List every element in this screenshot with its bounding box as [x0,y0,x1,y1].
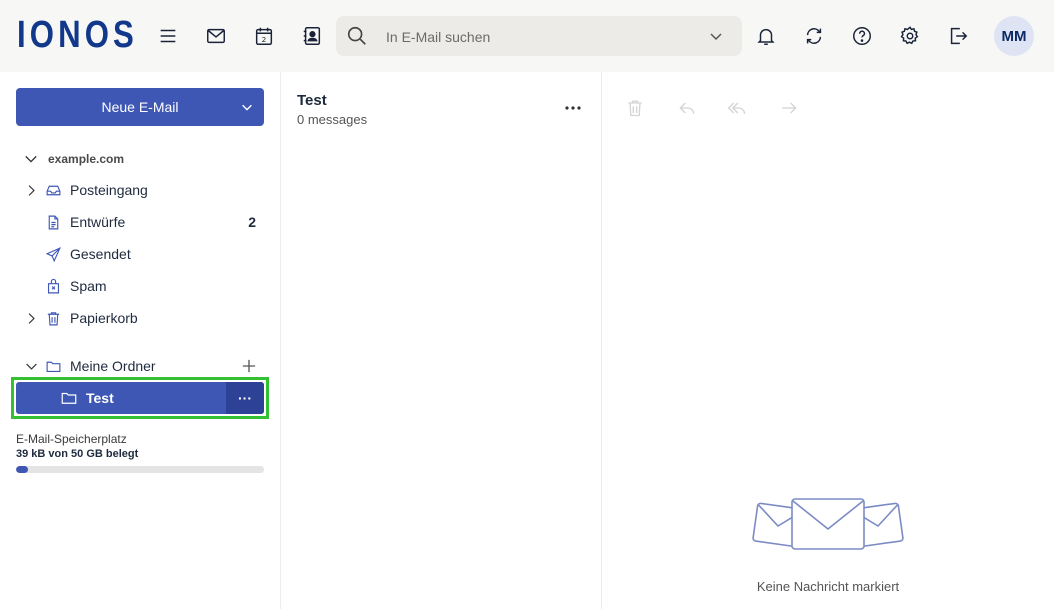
calendar-icon[interactable]: 2 [252,24,276,48]
folder-item-spam[interactable]: Spam [24,274,264,298]
message-count: 0 messages [297,112,368,127]
sent-icon [44,245,62,263]
chevron-down-icon[interactable] [240,100,254,114]
account-header[interactable]: example.com [24,150,124,168]
add-folder-icon[interactable] [242,359,256,373]
new-email-button[interactable]: Neue E-Mail [16,88,264,126]
bell-icon[interactable] [754,24,778,48]
folder-label: Posteingang [70,182,148,198]
menu-icon[interactable] [156,24,180,48]
avatar[interactable]: MM [994,16,1034,56]
folder-more-button[interactable]: ··· [226,382,264,414]
list-more-icon[interactable] [563,102,583,114]
folder-label: Spam [70,278,107,294]
help-icon[interactable] [850,24,874,48]
folder-label: Test [86,390,114,406]
logout-icon[interactable] [946,24,970,48]
chevron-down-icon[interactable] [708,28,724,44]
trash-icon [44,309,62,327]
folder-title: Test [297,92,327,109]
search-input[interactable] [386,25,706,49]
refresh-icon[interactable] [802,24,826,48]
folder-sidebar: Neue E-Mail example.com Posteingang Entw… [0,72,281,609]
storage-title: E-Mail-Speicherplatz [16,432,127,446]
top-bar: IONOS 2 MM [0,0,1054,72]
unread-count-badge: 2 [248,214,256,230]
new-email-label: Neue E-Mail [101,99,179,115]
folder-item-inbox[interactable]: Posteingang [24,178,264,202]
account-name: example.com [48,152,125,166]
message-list: Test 0 messages [281,72,602,609]
contacts-icon[interactable] [300,24,324,48]
storage-progress-bar [16,466,264,473]
folder-item-trash[interactable]: Papierkorb [24,306,264,330]
reply-all-icon[interactable] [726,98,748,118]
calendar-day: 2 [262,35,267,44]
storage-progress-fill [16,466,29,473]
mail-icon[interactable] [204,24,228,48]
storage-used: 39 kB von 50 GB belegt [16,448,139,460]
folder-item-drafts[interactable]: Entwürfe 2 [24,210,264,234]
ionos-logo[interactable]: IONOS [17,16,138,54]
empty-mailbox-illustration [752,498,904,550]
gear-icon[interactable] [898,24,922,48]
forward-icon[interactable] [778,98,800,118]
chevron-down-icon[interactable] [24,152,38,166]
chevron-down-icon[interactable] [24,359,38,373]
delete-icon[interactable] [624,98,646,118]
search-box[interactable] [336,16,742,56]
folder-label: Entwürfe [70,214,126,230]
inbox-icon [44,181,62,199]
my-folders-label: Meine Ordner [70,358,156,374]
empty-state-text: Keine Nachricht markiert [756,579,900,594]
chevron-right-icon[interactable] [24,183,38,197]
my-folders-header[interactable]: Meine Ordner [24,354,264,378]
folder-icon [60,389,78,407]
search-icon[interactable] [346,25,368,47]
folder-icon [44,357,62,375]
folder-label: Gesendet [70,246,131,262]
reading-pane: Keine Nachricht markiert [602,72,1054,609]
folder-label: Papierkorb [70,310,138,326]
chevron-right-icon[interactable] [24,311,38,325]
spam-icon [44,277,62,295]
folder-item-test[interactable]: Test ··· [16,382,264,414]
drafts-icon [44,213,62,231]
reply-icon[interactable] [676,98,698,118]
folder-item-sent[interactable]: Gesendet [24,242,264,266]
